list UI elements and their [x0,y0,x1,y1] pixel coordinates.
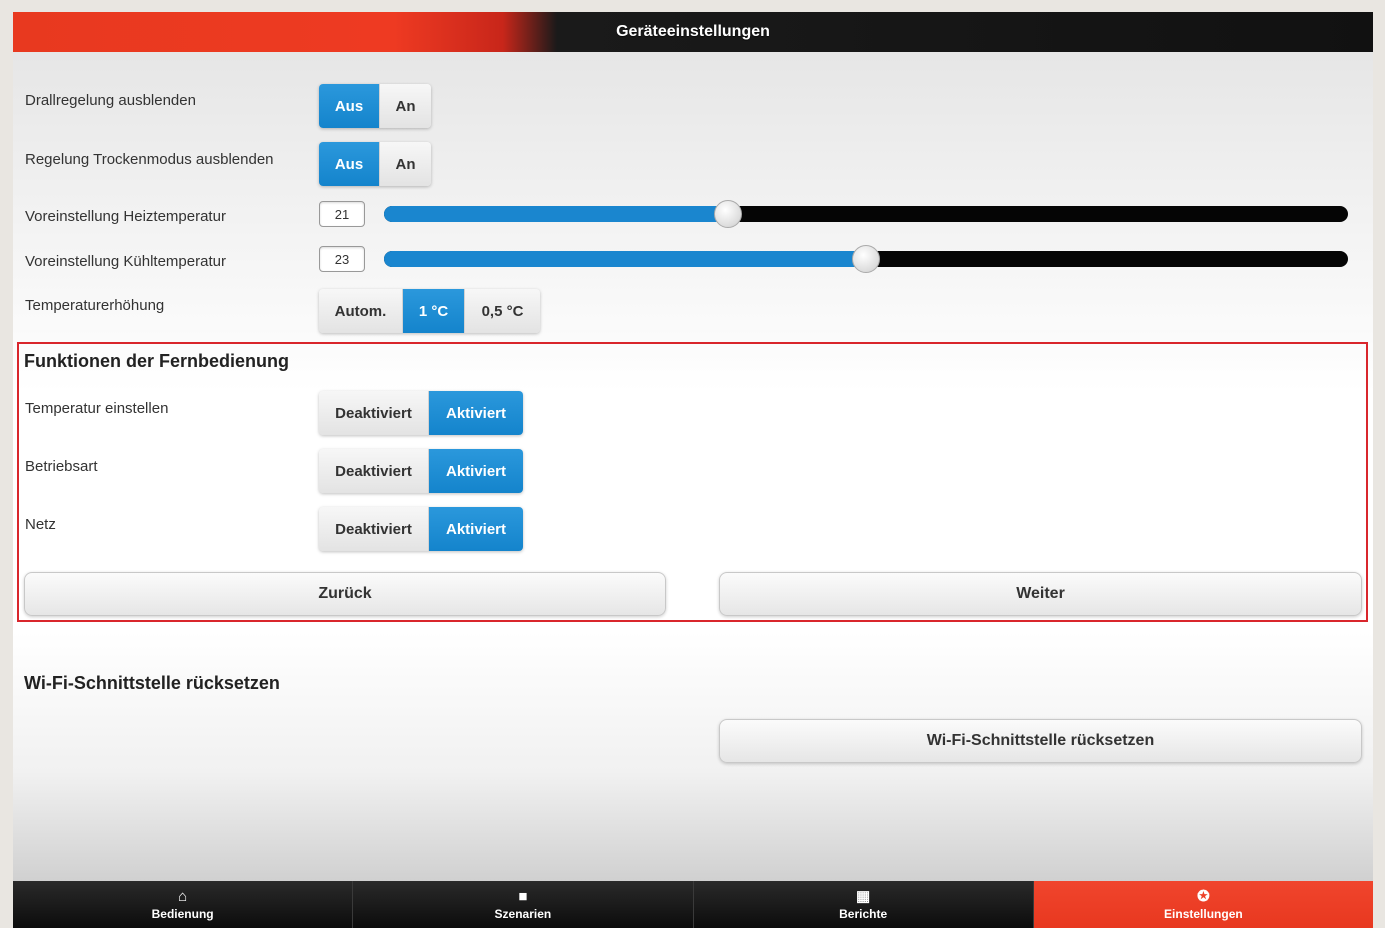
trocken-label: Regelung Trockenmodus ausblenden [25,151,274,168]
kuehl-value-field[interactable]: 23 [319,246,365,272]
erhoehung-1c-option[interactable]: 1 °C [403,289,465,333]
wifi-reset-button[interactable]: Wi-Fi-Schnittstelle rücksetzen [719,719,1362,763]
tab-szenarien[interactable]: ■ Szenarien [353,881,694,928]
wifi-section-title: Wi-Fi-Schnittstelle rücksetzen [24,673,280,693]
page-title: Geräteeinstellungen [616,23,770,40]
heiz-label: Voreinstellung Heiztemperatur [25,208,226,225]
video-camera-icon: ■ [518,888,528,905]
netz-aktiviert-option[interactable]: Aktiviert [429,507,523,551]
betriebsart-toggle: Deaktiviert Aktiviert [319,449,523,493]
tab-bedienung[interactable]: ⌂ Bedienung [13,881,354,928]
drall-an-option[interactable]: An [380,84,431,128]
tab-einstellungen[interactable]: ✪ Einstellungen [1033,881,1373,928]
drall-toggle: Aus An [319,84,431,128]
erhoehung-label: Temperaturerhöhung [25,297,165,314]
remote-row-label: Betriebsart [25,458,98,475]
grid-icon: ▦ [856,888,871,905]
heiz-value-field[interactable]: 21 [319,201,365,227]
gear-icon: ✪ [1197,888,1210,905]
netz-deaktiviert-option[interactable]: Deaktiviert [319,507,429,551]
trocken-aus-option[interactable]: Aus [319,142,380,186]
kuehl-slider[interactable] [384,245,1348,273]
trocken-toggle: Aus An [319,142,431,186]
bottom-tab-bar: ⌂ Bedienung ■ Szenarien ▦ Berichte ✪ Ein… [13,881,1373,928]
kuehl-label: Voreinstellung Kühltemperatur [25,253,226,270]
tab-label: Berichte [839,907,888,921]
drall-aus-option[interactable]: Aus [319,84,380,128]
netz-toggle: Deaktiviert Aktiviert [319,507,523,551]
erhoehung-toggle: Autom. 1 °C 0,5 °C [319,289,540,333]
betriebsart-deaktiviert-option[interactable]: Deaktiviert [319,449,429,493]
kuehl-slider-thumb[interactable] [852,245,880,273]
betriebsart-aktiviert-option[interactable]: Aktiviert [429,449,523,493]
drall-label: Drallregelung ausblenden [25,92,196,109]
next-button[interactable]: Weiter [719,572,1362,616]
temperatur-deaktiviert-option[interactable]: Deaktiviert [319,391,429,435]
tab-berichte[interactable]: ▦ Berichte [693,881,1034,928]
tab-label: Bedienung [151,907,214,921]
remote-row-label: Temperatur einstellen [25,400,169,417]
kuehl-slider-fill [384,251,866,267]
tab-label: Szenarien [494,907,552,921]
trocken-an-option[interactable]: An [380,142,431,186]
title-bar: Geräteeinstellungen [13,12,1373,52]
remote-row-label: Netz [25,516,56,533]
home-icon: ⌂ [178,888,188,905]
erhoehung-autom-option[interactable]: Autom. [319,289,403,333]
heiz-slider[interactable] [384,200,1348,228]
temperatur-toggle: Deaktiviert Aktiviert [319,391,523,435]
remote-section-title: Funktionen der Fernbedienung [24,351,289,371]
heiz-slider-thumb[interactable] [714,200,743,228]
tab-label: Einstellungen [1164,907,1243,921]
back-button[interactable]: Zurück [24,572,666,616]
heiz-slider-fill [384,206,729,222]
erhoehung-05c-option[interactable]: 0,5 °C [465,289,540,333]
temperatur-aktiviert-option[interactable]: Aktiviert [429,391,523,435]
